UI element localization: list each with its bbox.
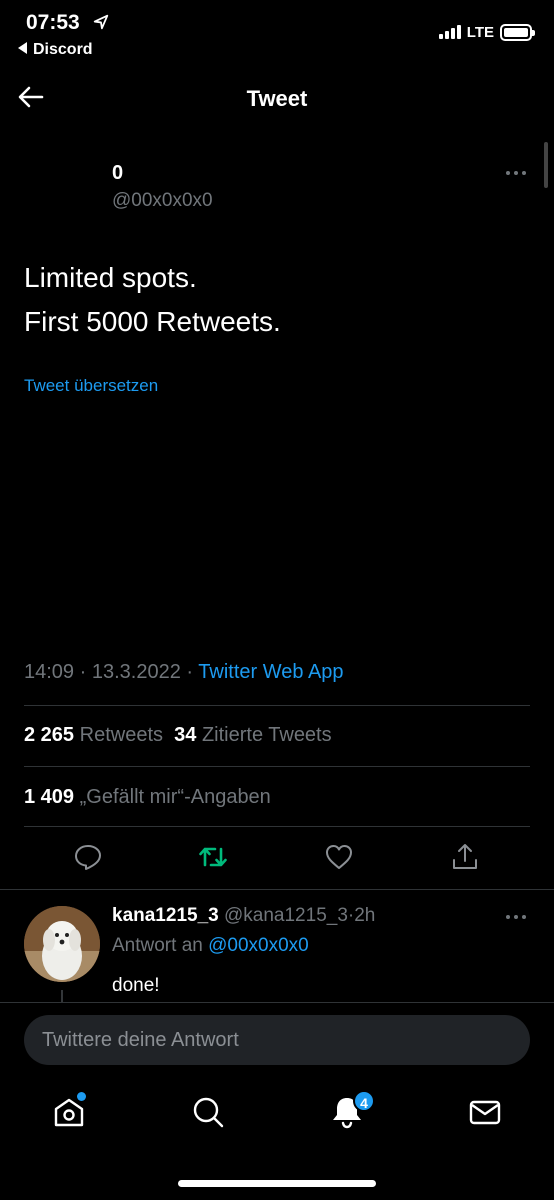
home-new-dot [77, 1092, 86, 1101]
reply-to-line: Antwort an @00x0x0x0 [112, 935, 309, 957]
reply-input[interactable] [24, 1015, 530, 1065]
battery-icon [500, 23, 535, 41]
tweet-date: 13.3.2022 [91, 661, 181, 683]
thread-line [61, 990, 63, 1002]
reply-more-options-icon[interactable] [504, 908, 528, 926]
top-nav: Tweet [0, 64, 554, 132]
back-app-label: Discord [33, 41, 93, 58]
dog-avatar-image [24, 906, 100, 982]
meta-separator: · [186, 661, 194, 683]
retweet-stats: 2 265 Retweets 34 Zitierte Tweets [24, 724, 332, 747]
signal-icon [438, 25, 461, 39]
notifications-badge: 4 [353, 1090, 375, 1112]
retweets-label: Retweets [79, 724, 163, 746]
reply-to-handle[interactable]: @00x0x0x0 [208, 935, 309, 956]
divider [24, 826, 530, 827]
status-bar: 07:53 Discord LTE [0, 0, 554, 64]
reply-compose-field[interactable] [24, 1015, 530, 1065]
divider [24, 705, 530, 706]
retweets-stat[interactable]: 2 265 Retweets [24, 724, 163, 746]
divider [24, 766, 530, 767]
divider [0, 889, 554, 890]
quotes-stat[interactable]: 34 Zitierte Tweets [174, 724, 332, 746]
quotes-label: Zitierte Tweets [201, 724, 332, 746]
status-time: 07:53 [26, 11, 80, 34]
tweet-actions [0, 840, 554, 880]
reply-author-handle[interactable]: @kana1215_3 [224, 905, 348, 926]
messages-envelope-icon[interactable] [467, 1094, 503, 1130]
retweet-icon[interactable] [198, 842, 228, 872]
reply-header: kana1215_3 @kana1215_3·2h [112, 905, 375, 927]
tweet-text: Limited spots. First 5000 Retweets. [24, 256, 524, 344]
status-indicators: LTE [438, 22, 535, 42]
meta-separator: · [79, 661, 87, 683]
tweet-text-line: Limited spots. [24, 262, 197, 293]
avatar[interactable] [24, 906, 100, 982]
tweet-time: 14:09 [24, 661, 75, 683]
retweets-count: 2 265 [24, 724, 75, 746]
author-name[interactable]: 0 [112, 162, 123, 185]
tweet-meta: 14:09 · 13.3.2022 · Twitter Web App [24, 661, 344, 684]
tweet-source-link[interactable]: Twitter Web App [198, 661, 343, 683]
reply-to-label: Antwort an [112, 935, 203, 956]
like-icon[interactable] [324, 842, 354, 872]
reply-age: 2h [354, 905, 376, 926]
home-indicator[interactable] [178, 1180, 376, 1187]
back-triangle-icon [18, 42, 27, 54]
author-handle[interactable]: @00x0x0x0 [112, 190, 213, 212]
location-arrow-icon [93, 14, 109, 30]
likes-count: 1 409 [24, 786, 75, 808]
reply-icon[interactable] [73, 842, 103, 872]
translate-tweet-link[interactable]: Tweet übersetzen [24, 376, 158, 396]
scrollbar[interactable] [544, 142, 548, 188]
likes-stat[interactable]: 1 409 „Gefällt mir“-Angaben [24, 786, 271, 809]
reply-text: done! [112, 975, 160, 996]
share-icon[interactable] [450, 842, 480, 872]
quotes-count: 34 [174, 724, 197, 746]
network-type: LTE [466, 23, 494, 41]
more-options-icon[interactable] [504, 164, 528, 182]
reply-author-name[interactable]: kana1215_3 [112, 905, 219, 926]
tweet-text-line: First 5000 Retweets. [24, 306, 281, 337]
search-icon[interactable] [190, 1094, 226, 1130]
back-to-app-link[interactable]: Discord [18, 41, 93, 59]
likes-label: „Gefällt mir“-Angaben [79, 786, 271, 808]
page-title: Tweet [246, 86, 308, 111]
